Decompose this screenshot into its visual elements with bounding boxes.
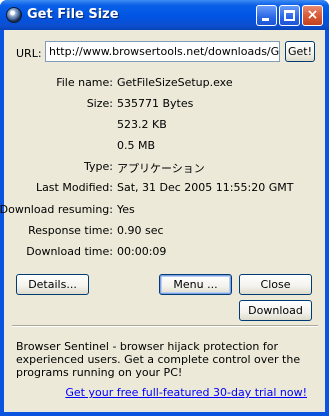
download-resuming-value: Yes	[117, 203, 135, 216]
download-time-value: 00:00:09	[117, 245, 167, 258]
window-frame: Get File Size × URL: http://www.browsert…	[0, 0, 329, 416]
download-time-label: Download time:	[26, 245, 113, 258]
promo-text: Browser Sentinel - browser hijack protec…	[16, 340, 301, 379]
type-label: Type:	[84, 160, 113, 173]
last-modified-value: Sat, 31 Dec 2005 11:55:20 GMT	[117, 181, 294, 194]
response-time-value: 0.90 sec	[117, 224, 164, 237]
maximize-button[interactable]	[279, 5, 300, 26]
close-icon: ×	[306, 7, 319, 23]
file-name-value: GetFileSizeSetup.exe	[117, 76, 233, 89]
size-bytes-value: 535771 Bytes	[117, 97, 194, 110]
title-bar[interactable]: Get File Size ×	[0, 0, 329, 30]
get-button[interactable]: Get!	[285, 41, 315, 62]
details-button[interactable]: Details...	[16, 274, 89, 295]
divider	[12, 325, 318, 327]
menu-button[interactable]: Menu ...	[159, 274, 232, 295]
size-kb-value: 523.2 KB	[117, 118, 167, 131]
close-window-button[interactable]: ×	[302, 5, 323, 26]
download-resuming-label: Download resuming:	[0, 203, 113, 216]
size-label: Size:	[86, 97, 113, 110]
type-value: アプリケーション	[117, 162, 205, 175]
file-name-label: File name:	[56, 76, 113, 89]
close-button[interactable]: Close	[239, 274, 312, 295]
url-input[interactable]: http://www.browsertools.net/downloads/Ge…	[45, 41, 280, 62]
url-label: URL:	[16, 47, 42, 60]
minimize-icon	[262, 18, 269, 21]
download-button[interactable]: Download	[239, 300, 312, 321]
response-time-label: Response time:	[28, 224, 113, 237]
app-icon	[6, 7, 22, 23]
maximize-icon	[284, 10, 295, 21]
minimize-button[interactable]	[256, 5, 277, 26]
size-mb-value: 0.5 MB	[117, 139, 156, 152]
window-title: Get File Size	[27, 7, 119, 22]
last-modified-label: Last Modified:	[35, 181, 113, 194]
dialog-body: URL: http://www.browsertools.net/downloa…	[0, 30, 325, 412]
trial-link[interactable]: Get your free full-featured 30-day trial…	[65, 386, 307, 399]
